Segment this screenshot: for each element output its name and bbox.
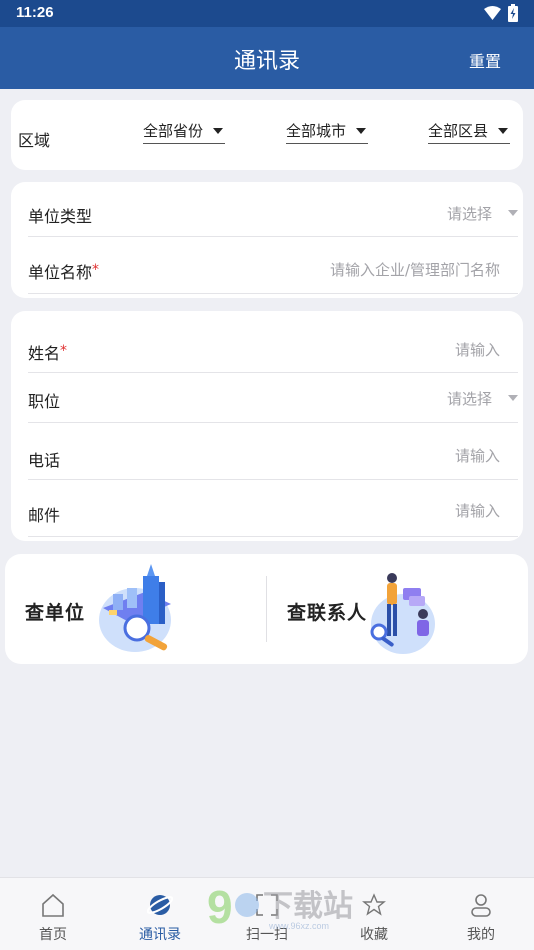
tab-scan[interactable]: 扫一扫 (227, 878, 307, 950)
tab-favorites[interactable]: 收藏 (334, 878, 414, 950)
unit-name-input[interactable]: 请输入企业/管理部门名称 (330, 259, 500, 280)
name-row: 姓名* 请输入 (28, 311, 518, 373)
unit-name-row: 单位名称* 请输入企业/管理部门名称 (28, 237, 518, 294)
city-value: 全部城市 (286, 122, 347, 140)
city-dropdown[interactable]: 全部城市 (286, 120, 369, 144)
search-contact-button[interactable]: 查联系人 (267, 554, 528, 664)
province-value: 全部省份 (143, 122, 204, 140)
email-input[interactable]: 请输入 (455, 500, 500, 521)
phone-row: 电话 请输入 (28, 423, 518, 480)
caret-down-icon (498, 128, 509, 134)
district-value: 全部区县 (428, 122, 489, 140)
tab-mine-label: 我的 (467, 927, 495, 943)
unit-name-label: 单位名称* (28, 259, 99, 283)
search-unit-button[interactable]: 查单位 (5, 554, 266, 664)
tab-contacts[interactable]: 通讯录 (120, 878, 200, 950)
user-icon (471, 894, 491, 917)
tab-home[interactable]: 首页 (13, 878, 93, 950)
email-row: 邮件 请输入 (28, 480, 518, 537)
position-label: 职位 (28, 392, 61, 411)
province-dropdown[interactable]: 全部省份 (143, 120, 226, 144)
unit-type-select[interactable]: 请选择 (447, 203, 492, 224)
reset-button[interactable]: 重置 (469, 48, 501, 72)
caret-down-icon (213, 128, 224, 134)
page-title: 通讯录 (233, 49, 300, 74)
region-label: 区域 (18, 131, 51, 150)
star-icon (362, 893, 386, 916)
contact-info-card: 姓名* 请输入 职位 请选择 电话 请输入 邮件 请输入 (11, 311, 523, 541)
name-label-text: 姓名 (28, 344, 61, 363)
email-label: 邮件 (28, 506, 61, 525)
bottom-tab-bar: 首页 通讯录 扫一扫 收藏 我的 (0, 877, 534, 950)
tab-home-label: 首页 (39, 927, 67, 943)
search-contact-label: 查联系人 (287, 602, 368, 624)
app-bar: 通讯录 重置 (0, 27, 534, 89)
tab-contacts-label: 通讯录 (139, 927, 181, 943)
tab-favorites-label: 收藏 (360, 927, 388, 943)
phone-label: 电话 (28, 451, 61, 470)
search-unit-label: 查单位 (25, 602, 86, 624)
name-input[interactable]: 请输入 (455, 339, 500, 360)
required-mark: * (60, 343, 68, 359)
position-row[interactable]: 职位 请选择 (28, 373, 518, 423)
region-filter-card: 区域 全部省份 全部城市 全部区县 (11, 100, 523, 170)
district-dropdown[interactable]: 全部区县 (428, 120, 511, 144)
position-select[interactable]: 请选择 (447, 388, 492, 409)
unit-name-label-text: 单位名称 (28, 263, 93, 282)
unit-type-label: 单位类型 (28, 207, 93, 226)
people-illustration (370, 573, 435, 654)
planet-icon (147, 895, 173, 915)
home-icon (42, 893, 64, 917)
phone-input[interactable]: 请输入 (455, 445, 500, 466)
scan-icon (256, 894, 278, 916)
unit-type-row[interactable]: 单位类型 请选择 (28, 182, 518, 237)
status-bar: 11:26 (0, 0, 534, 27)
buildings-illustration (99, 564, 171, 652)
unit-info-card: 单位类型 请选择 单位名称* 请输入企业/管理部门名称 (11, 182, 523, 298)
name-label: 姓名* (28, 340, 67, 364)
status-time: 11:26 (16, 4, 54, 21)
caret-down-icon (508, 210, 518, 216)
caret-down-icon (508, 395, 518, 401)
wifi-icon (484, 6, 501, 20)
tab-scan-label: 扫一扫 (246, 927, 288, 943)
tab-mine[interactable]: 我的 (441, 878, 521, 950)
caret-down-icon (356, 128, 367, 134)
required-mark: * (92, 262, 100, 278)
battery-charging-icon (508, 4, 518, 22)
search-actions-card: 查单位 查联系人 (5, 554, 528, 664)
